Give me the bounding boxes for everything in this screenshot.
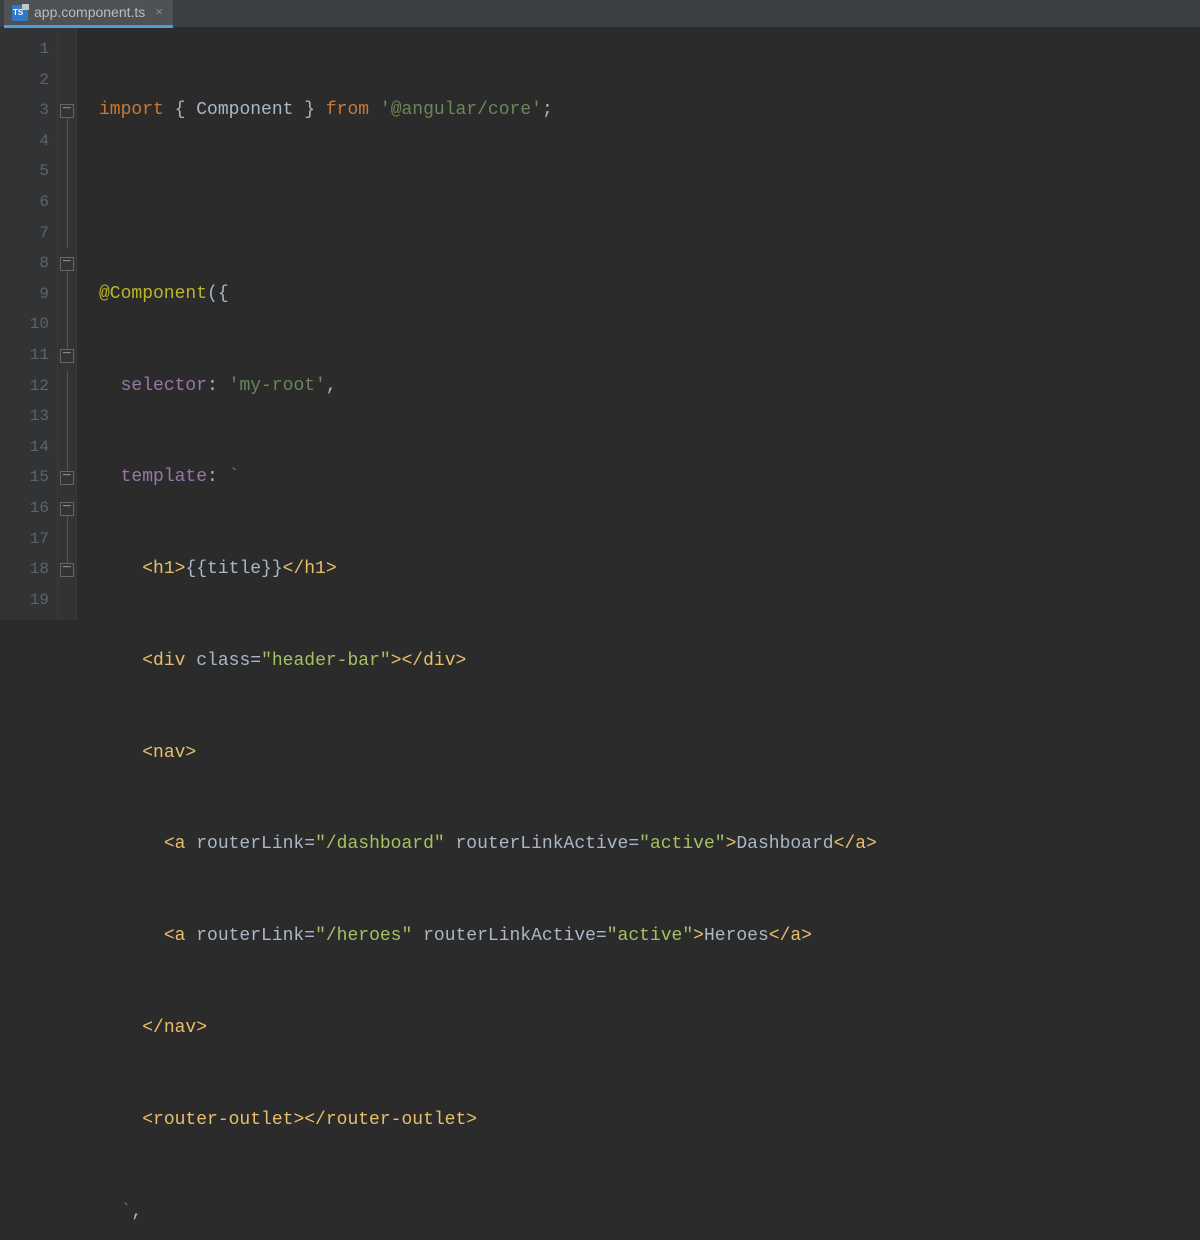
typescript-file-icon: TS xyxy=(12,5,28,21)
line-number: 18 xyxy=(0,554,49,585)
fold-toggle-icon[interactable]: − xyxy=(58,340,76,371)
code-line[interactable]: <div class="header-bar"></div> xyxy=(99,646,1200,677)
fold-toggle-icon[interactable]: − xyxy=(58,462,76,493)
code-line[interactable]: <a routerLink="/dashboard" routerLinkAct… xyxy=(99,829,1200,860)
editor-tab-active[interactable]: TS app.component.ts × xyxy=(4,0,173,28)
line-number: 10 xyxy=(0,309,49,340)
fold-toggle-icon[interactable]: − xyxy=(58,248,76,279)
fold-toggle-icon[interactable]: − xyxy=(58,554,76,585)
line-number-gutter: 1 2 3 4 5 6 7 8 9 10 11 12 13 14 15 16 1… xyxy=(0,28,58,620)
fold-toggle-icon[interactable]: − xyxy=(58,95,76,126)
code-editor[interactable]: 1 2 3 4 5 6 7 8 9 10 11 12 13 14 15 16 1… xyxy=(0,28,1200,620)
code-line[interactable] xyxy=(99,187,1200,218)
line-number: 7 xyxy=(0,218,49,249)
line-number: 16 xyxy=(0,493,49,524)
line-number: 13 xyxy=(0,401,49,432)
line-number: 2 xyxy=(0,65,49,96)
code-line[interactable]: <nav> xyxy=(99,738,1200,769)
code-line[interactable]: selector: 'my-root', xyxy=(99,371,1200,402)
line-number: 3 xyxy=(0,95,49,126)
code-line[interactable]: <h1>{{title}}</h1> xyxy=(99,554,1200,585)
line-number: 15 xyxy=(0,462,49,493)
line-number: 4 xyxy=(0,126,49,157)
line-number: 6 xyxy=(0,187,49,218)
code-line[interactable]: import { Component } from '@angular/core… xyxy=(99,95,1200,126)
code-area[interactable]: import { Component } from '@angular/core… xyxy=(76,28,1200,620)
line-number: 8 xyxy=(0,248,49,279)
code-line[interactable]: `, xyxy=(99,1197,1200,1228)
code-line[interactable]: </nav> xyxy=(99,1013,1200,1044)
tab-bar: TS app.component.ts × xyxy=(0,0,1200,28)
line-number: 12 xyxy=(0,371,49,402)
line-number: 17 xyxy=(0,524,49,555)
tab-filename: app.component.ts xyxy=(34,1,145,25)
close-icon[interactable]: × xyxy=(155,1,163,23)
code-line[interactable]: template: ` xyxy=(99,462,1200,493)
line-number: 5 xyxy=(0,156,49,187)
fold-gutter: − − − − − − xyxy=(58,28,76,620)
line-number: 19 xyxy=(0,585,49,616)
code-line[interactable]: @Component({ xyxy=(99,279,1200,310)
line-number: 14 xyxy=(0,432,49,463)
code-line[interactable]: <a routerLink="/heroes" routerLinkActive… xyxy=(99,921,1200,952)
line-number: 11 xyxy=(0,340,49,371)
code-line[interactable]: <router-outlet></router-outlet> xyxy=(99,1105,1200,1136)
line-number: 9 xyxy=(0,279,49,310)
line-number: 1 xyxy=(0,34,49,65)
fold-toggle-icon[interactable]: − xyxy=(58,493,76,524)
